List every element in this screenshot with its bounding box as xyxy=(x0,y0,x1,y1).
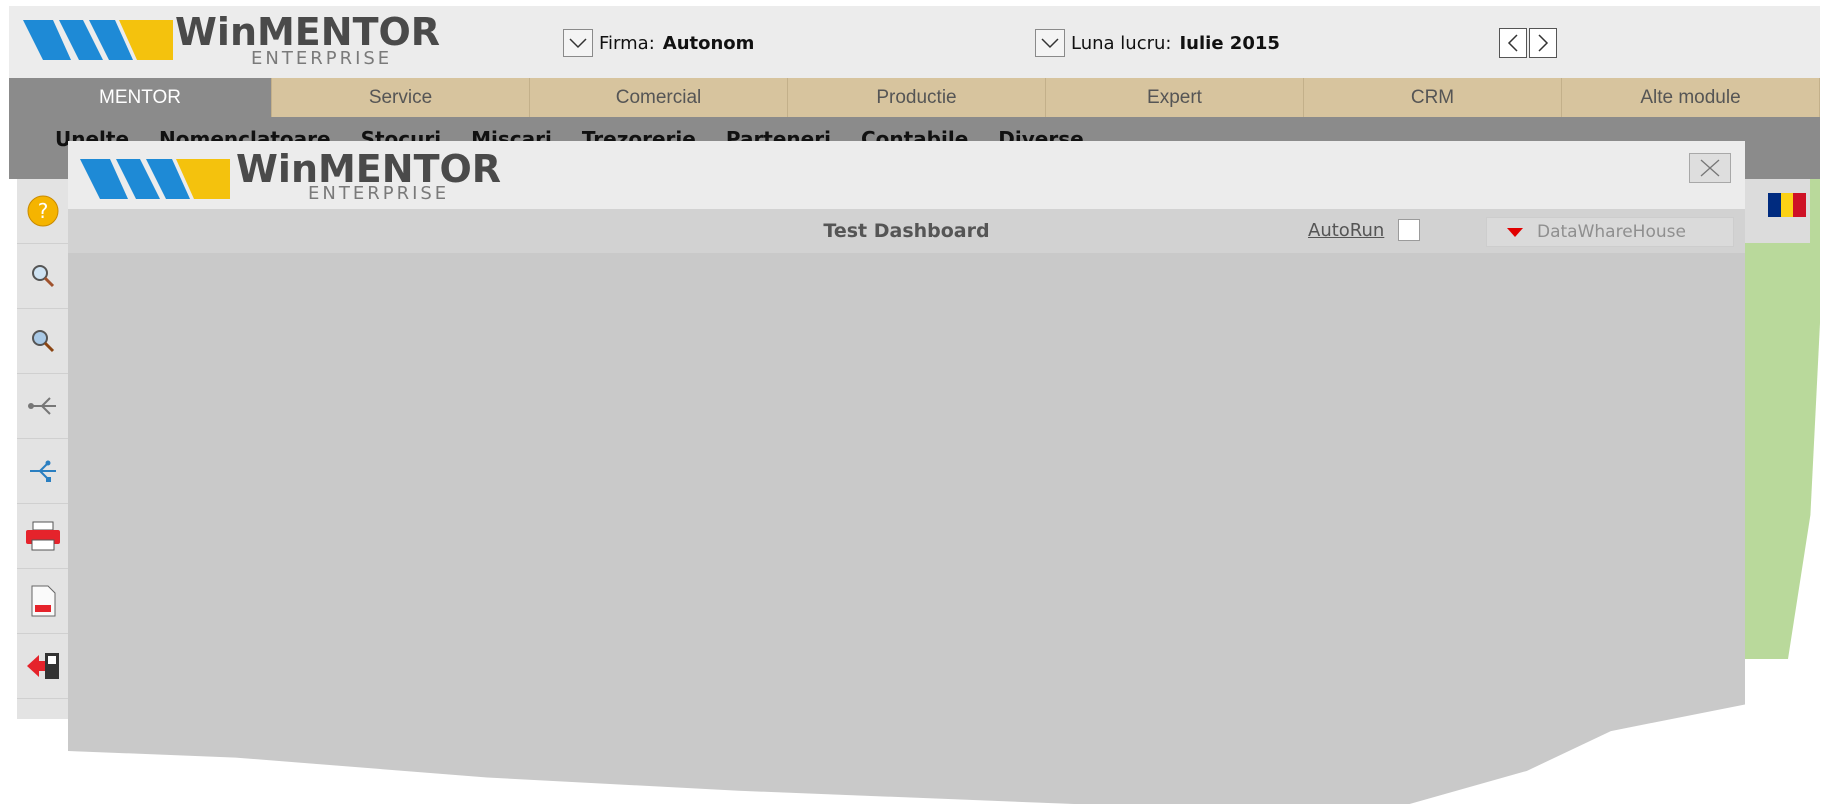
dashboard-toolbar: Test Dashboard AutoRun DataWhareHouse xyxy=(68,209,1745,253)
tab-productie[interactable]: Productie xyxy=(788,78,1046,117)
help-button[interactable]: ? xyxy=(17,179,69,244)
disconnect-button[interactable] xyxy=(17,374,69,439)
month-navigation xyxy=(1499,28,1559,58)
dialog-logo-subtitle: ENTERPRISE xyxy=(308,183,450,204)
chevron-down-icon xyxy=(1041,38,1059,49)
tab-alte-module[interactable]: Alte module xyxy=(1562,78,1820,117)
dashboard-dialog: WinMENTOR ENTERPRISE Test Dashboard Auto… xyxy=(68,141,1745,804)
chevron-down-icon xyxy=(569,38,587,49)
usb-button[interactable] xyxy=(17,439,69,504)
usb-disconnect-icon xyxy=(28,397,56,415)
firma-dropdown-button[interactable] xyxy=(563,29,593,57)
svg-text:?: ? xyxy=(38,199,49,223)
top-bar: WinMENTOR ENTERPRISE Firma: Autonom Luna… xyxy=(9,6,1820,78)
tab-expert[interactable]: Expert xyxy=(1046,78,1304,117)
report-button[interactable] xyxy=(17,569,69,634)
exit-icon xyxy=(27,653,59,679)
romanian-flag-icon[interactable] xyxy=(1768,193,1807,217)
module-tabs: MENTOR Service Comercial Productie Exper… xyxy=(9,78,1820,117)
winmentor-logo-mark xyxy=(80,159,230,199)
luna-value: Iulie 2015 xyxy=(1179,32,1280,54)
next-month-button[interactable] xyxy=(1529,28,1557,58)
luna-label: Luna lucru: xyxy=(1071,32,1172,54)
luna-selector[interactable]: Luna lucru: Iulie 2015 xyxy=(1035,28,1280,58)
firma-value: Autonom xyxy=(662,32,755,54)
data-source-value: DataWhareHouse xyxy=(1537,222,1686,242)
search-button[interactable] xyxy=(17,244,69,309)
close-button[interactable] xyxy=(1689,153,1731,183)
dropdown-arrow-icon xyxy=(1507,227,1523,237)
usb-icon xyxy=(30,460,56,482)
search-icon xyxy=(32,265,55,288)
advanced-search-button[interactable] xyxy=(17,309,69,374)
chevron-left-icon xyxy=(1507,34,1518,52)
dialog-logo: WinMENTOR ENTERPRISE xyxy=(80,147,501,207)
tab-comercial[interactable]: Comercial xyxy=(530,78,788,117)
printer-icon xyxy=(26,521,60,551)
dialog-titlebar: WinMENTOR ENTERPRISE xyxy=(68,141,1745,209)
data-source-dropdown[interactable]: DataWhareHouse xyxy=(1486,217,1734,247)
tab-mentor[interactable]: MENTOR xyxy=(9,78,272,117)
help-icon: ? xyxy=(27,195,59,227)
logo-subtitle: ENTERPRISE xyxy=(251,48,393,69)
previous-month-button[interactable] xyxy=(1499,28,1527,58)
chevron-right-icon xyxy=(1538,34,1549,52)
close-icon xyxy=(1700,159,1720,177)
print-button[interactable] xyxy=(17,504,69,569)
report-icon xyxy=(31,585,56,617)
winmentor-logo: WinMENTOR ENTERPRISE xyxy=(23,10,440,70)
luna-dropdown-button[interactable] xyxy=(1035,29,1065,57)
autorun-control[interactable]: AutoRun xyxy=(1308,219,1421,241)
autorun-checkbox[interactable] xyxy=(1398,219,1421,241)
dashboard-content-area xyxy=(68,253,1745,804)
winmentor-logo-mark xyxy=(23,20,173,60)
tab-service[interactable]: Service xyxy=(272,78,530,117)
firma-label: Firma: xyxy=(599,32,655,54)
tab-crm[interactable]: CRM xyxy=(1304,78,1562,117)
left-toolbar: ? xyxy=(17,179,69,719)
search-advanced-icon xyxy=(32,330,55,353)
exit-button[interactable] xyxy=(17,634,69,699)
background-panel xyxy=(1740,179,1820,659)
autorun-label[interactable]: AutoRun xyxy=(1308,220,1384,241)
firma-selector[interactable]: Firma: Autonom xyxy=(563,28,754,58)
